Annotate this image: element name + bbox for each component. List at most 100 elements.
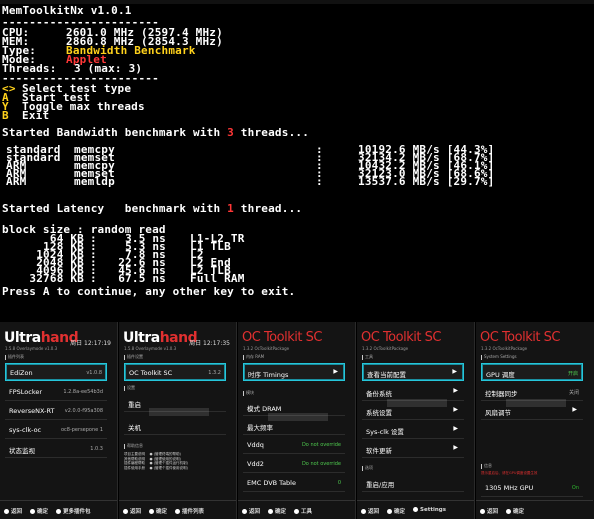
plugin-item-sys-clk-oc[interactable]: sys-clk-oc oc8-persepone 1 xyxy=(5,421,107,439)
plugin-item-fpslocker[interactable]: FPSLocker 1.2.8a-ee54b3d xyxy=(5,383,107,401)
footer-bar: 返回 确定 插件列表 xyxy=(119,500,236,519)
settings-button[interactable]: Settings xyxy=(413,507,446,513)
y-button-icon xyxy=(413,507,418,512)
clock: 周日 12:17:35 xyxy=(189,340,230,347)
continue-prompt: Press A to continue, any other key to ex… xyxy=(2,285,296,298)
gpu-scheduling-item[interactable]: GPU 调度 开启 xyxy=(481,363,583,381)
a-button-icon xyxy=(506,509,511,514)
ultrahand-logo: Ultrahand xyxy=(4,330,79,346)
b-button-icon xyxy=(480,509,485,514)
ok-button[interactable]: 确定 xyxy=(506,507,524,515)
lat-size: 32768 KB xyxy=(29,272,84,285)
vdd2-item[interactable]: Vdd2 Do not override xyxy=(243,455,345,473)
bw-row-b: memldp xyxy=(74,175,115,188)
ultrahand-logo: Ultrahand xyxy=(123,330,198,346)
a-button-icon xyxy=(149,509,154,514)
terminal-title: MemToolkitNx v1.0.1 xyxy=(2,4,132,17)
b-button-icon xyxy=(361,509,366,514)
ok-button[interactable]: 确定 xyxy=(30,507,48,515)
menu-exit[interactable]: Exit xyxy=(22,110,49,121)
ok-button[interactable]: 确定 xyxy=(387,507,405,515)
back-button[interactable]: 返回 xyxy=(123,507,141,515)
oc-toolkit-logo: OC Toolkit SC xyxy=(480,330,560,345)
section-header: 工具 xyxy=(362,354,373,360)
emc-dvb-item[interactable]: EMC DVB Table 0 xyxy=(243,474,345,492)
section-header: System Settings xyxy=(481,354,517,360)
plugin-item-oc-toolkit[interactable]: OC Toolkit SC 1.3.2 xyxy=(124,363,226,381)
section-header: 插件设置 xyxy=(124,354,143,360)
watermark xyxy=(387,399,447,407)
clock: 周日 12:17:19 xyxy=(70,340,111,347)
ok-button[interactable]: 确定 xyxy=(268,507,286,515)
a-button-icon xyxy=(30,509,35,514)
help-notes: 项目主要说明 ● (管理终端的帮助) 其他帮助说明 ● (管理使用的说明) 插件… xyxy=(124,452,188,470)
plugin-item-reversenx[interactable]: ReverseNX-RT v2.0.0-f95a308 xyxy=(5,402,107,420)
plugin-list-button[interactable]: 插件列表 xyxy=(175,507,204,515)
terminal: MemToolkitNx v1.0.1 --------------------… xyxy=(0,0,594,318)
chevron-right-icon: ▶ xyxy=(333,368,338,375)
plugin-item-status-monitor[interactable]: 状态监视 1.0.3 xyxy=(5,440,107,458)
version-subtitle: 1.5.8 Overlaymode v1.0.3 xyxy=(5,346,58,351)
chevron-right-icon: ▶ xyxy=(453,425,458,432)
overlay-panels: Ultrahand 1.5.8 Overlaymode v1.0.3 周日 12… xyxy=(0,322,594,519)
chevron-right-icon: ▶ xyxy=(453,444,458,451)
section-header: 帮助信息 xyxy=(124,443,143,449)
oc-toolkit-system-settings-panel: OC Toolkit SC 1.3.2 OcToolkitPackage Sys… xyxy=(476,322,594,519)
timings-item[interactable]: 时序 Timings ▶ xyxy=(243,363,345,381)
chevron-right-icon: ▶ xyxy=(572,406,577,413)
chevron-right-icon: ▶ xyxy=(452,368,457,375)
back-button[interactable]: 返回 xyxy=(480,507,498,515)
lat-note: Full RAM xyxy=(190,272,245,285)
section-header: 设置 xyxy=(124,385,135,391)
oc-toolkit-tools-panel: OC Toolkit SC 1.3.2 OcToolkitPackage 工具 … xyxy=(357,322,475,519)
watermark xyxy=(149,408,209,416)
section-header: 信息 xyxy=(481,463,492,469)
footer-bar: 返回 确定 更多插件包 xyxy=(0,500,117,519)
tools-button[interactable]: 工具 xyxy=(294,507,312,515)
bw-row-value: 13537.6 MB/s [29.7%] xyxy=(358,175,495,188)
oc-toolkit-logo: OC Toolkit SC xyxy=(361,330,441,345)
bw-row-a: ARM xyxy=(6,175,27,188)
y-button-icon xyxy=(175,509,180,514)
back-button[interactable]: 返回 xyxy=(361,507,379,515)
watermark xyxy=(268,413,328,421)
ok-button[interactable]: 确定 xyxy=(149,507,167,515)
chevron-right-icon: ▶ xyxy=(453,387,458,394)
chevron-right-icon: ▶ xyxy=(453,406,458,413)
b-button-icon xyxy=(242,509,247,514)
lat-colon: : xyxy=(90,272,97,285)
section-header: 选项 xyxy=(362,465,373,471)
section-header: 插件列表 xyxy=(5,354,24,360)
shutdown-item[interactable]: 关机 xyxy=(124,417,226,435)
lat-time: 67.5 ns xyxy=(118,272,166,285)
oc-toolkit-logo: OC Toolkit SC xyxy=(242,330,322,345)
y-button-icon xyxy=(294,509,299,514)
software-update-item[interactable]: 软件更新 ▶ xyxy=(362,440,464,458)
a-button-icon xyxy=(387,509,392,514)
plugin-item-edizon[interactable]: EdiZon v1.0.8 xyxy=(5,363,107,381)
gpu-info-item: 1305 MHz GPU On xyxy=(481,479,583,497)
footer-bar: 返回 确定 工具 xyxy=(238,500,355,519)
watermark xyxy=(506,399,566,407)
view-config-item[interactable]: 查看当前配置 ▶ xyxy=(362,363,464,381)
b-button-icon xyxy=(4,509,9,514)
y-button-icon xyxy=(56,509,61,514)
back-button[interactable]: 返回 xyxy=(242,507,260,515)
more-packages-button[interactable]: 更多插件包 xyxy=(56,507,91,515)
version-subtitle: 1.3.2 OcToolkitPackage xyxy=(362,346,409,351)
bw-colon: : xyxy=(316,175,323,188)
reboot-apply-item[interactable]: 重启/应用 xyxy=(362,474,464,492)
vddq-item[interactable]: Vddq Do not override xyxy=(243,436,345,454)
version-subtitle: 1.3.2 OcToolkitPackage xyxy=(481,346,528,351)
section-header: 内存 RAM xyxy=(243,354,264,360)
footer-bar: 返回 确定 xyxy=(476,500,593,519)
sys-clk-settings-item[interactable]: Sys-clk 设置 ▶ xyxy=(362,421,464,439)
back-button[interactable]: 返回 xyxy=(4,507,22,515)
menu-key: B xyxy=(2,109,9,122)
version-subtitle: 1.3.2 OcToolkitPackage xyxy=(243,346,290,351)
section-header: 模块 xyxy=(243,390,254,396)
b-button-icon xyxy=(123,509,128,514)
ultrahand-plugin-list-panel: Ultrahand 1.5.8 Overlaymode v1.0.3 周日 12… xyxy=(0,322,118,519)
latency-heading: Started Latency benchmark with 1 thread.… xyxy=(2,202,303,215)
a-button-icon xyxy=(268,509,273,514)
